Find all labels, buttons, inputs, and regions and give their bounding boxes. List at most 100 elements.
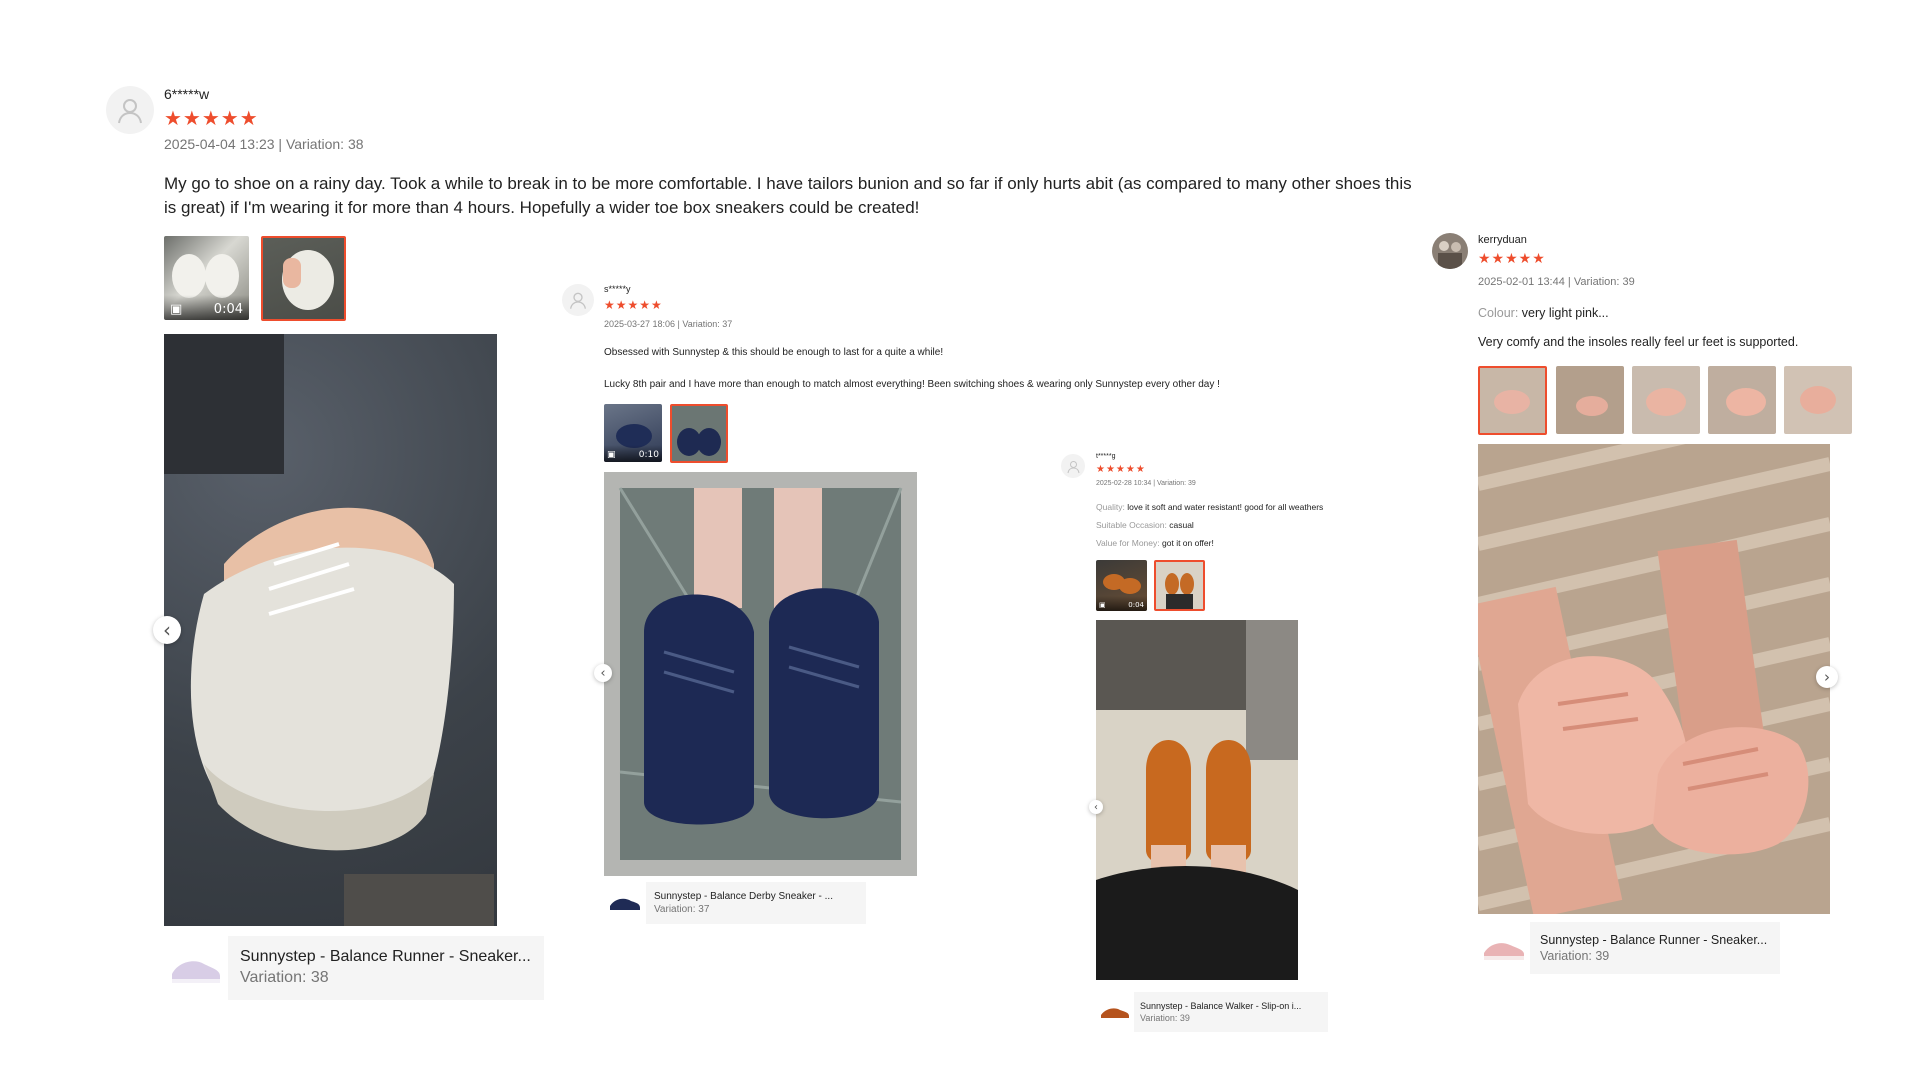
- video-duration: 0:10: [638, 450, 659, 460]
- product-link-card[interactable]: Sunnystep - Balance Runner - Sneaker... …: [1478, 922, 1780, 974]
- rating-stars: ★★★★★: [1096, 464, 1146, 475]
- product-link-card[interactable]: Sunnystep - Balance Derby Sneaker - ... …: [604, 882, 866, 924]
- product-name[interactable]: Sunnystep - Balance Runner - Sneaker...: [240, 947, 531, 967]
- product-thumbnail: [604, 882, 646, 924]
- white-sneaker-photo: [164, 334, 494, 926]
- review-card-2: s*****y ★★★★★ 2025-03-27 18:06 | Variati…: [548, 270, 1220, 930]
- tan-slipons-thumbnail-image: [1165, 573, 1194, 609]
- product-variation: Variation: 39: [1540, 948, 1610, 963]
- review-colour-row: Colour: very light pink...: [1478, 306, 1609, 320]
- occasion-value: casual: [1169, 520, 1194, 530]
- product-variation: Variation: 39: [1140, 1013, 1190, 1023]
- product-pink-sneaker-icon: [1484, 943, 1524, 960]
- value-for-money-value: got it on offer!: [1162, 538, 1214, 548]
- video-duration: 0:04: [213, 302, 243, 317]
- rating-stars: ★★★★★: [164, 108, 259, 130]
- profile-photo-icon: [1438, 241, 1462, 269]
- user-placeholder-icon: [118, 99, 142, 124]
- pink-sneakers-thumbnail-image: [1576, 396, 1608, 416]
- navy-shoes-thumbnail-image: [677, 428, 721, 456]
- value-for-money-label: Value for Money:: [1096, 538, 1160, 548]
- review-main-photo[interactable]: [604, 472, 917, 876]
- review-photo-thumbnail-3[interactable]: [1632, 366, 1700, 434]
- product-sneaker-icon: [172, 961, 220, 983]
- review-main-photo[interactable]: [1096, 620, 1298, 980]
- product-name[interactable]: Sunnystep - Balance Derby Sneaker - ...: [654, 890, 833, 903]
- previous-photo-button[interactable]: ‹: [1089, 800, 1103, 814]
- chevron-left-icon: ‹: [1094, 801, 1098, 813]
- next-photo-button[interactable]: ›: [1816, 666, 1838, 688]
- shoe-thumbnail-image: [282, 250, 334, 310]
- reviewer-name: 6*****w: [164, 86, 210, 102]
- review-photo-thumbnail-2[interactable]: [1556, 366, 1624, 434]
- colour-label: Colour:: [1478, 306, 1519, 320]
- rating-stars: ★★★★★: [1478, 250, 1546, 266]
- product-link-card[interactable]: Sunnystep - Balance Runner - Sneaker... …: [164, 936, 544, 1000]
- user-placeholder-icon: [570, 292, 586, 309]
- review-meta: 2025-03-27 18:06 | Variation: 37: [604, 319, 733, 329]
- quality-value: love it soft and water resistant! good f…: [1127, 502, 1324, 512]
- product-derby-icon: [610, 898, 640, 910]
- chevron-right-icon: ›: [1824, 668, 1830, 686]
- reviewer-avatar[interactable]: [106, 86, 154, 134]
- reviewer-name: t*****g: [1096, 453, 1116, 460]
- reviewer-avatar[interactable]: [1432, 233, 1468, 269]
- pink-sneakers-thumbnail-image: [1800, 386, 1836, 414]
- video-camera-icon: ▣: [170, 302, 183, 317]
- product-name[interactable]: Sunnystep - Balance Runner - Sneaker...: [1540, 932, 1767, 948]
- colour-value: very light pink...: [1521, 306, 1609, 320]
- review-photo-thumbnail[interactable]: [261, 236, 346, 321]
- video-camera-icon: ▣: [607, 450, 616, 460]
- product-variation: Variation: 38: [240, 969, 329, 986]
- review-video-thumbnail[interactable]: ▣ 0:04: [1096, 560, 1147, 611]
- review-main-photo[interactable]: [164, 334, 497, 926]
- review-quality-row: Quality: love it soft and water resistan…: [1096, 502, 1323, 512]
- product-thumbnail: [1478, 922, 1530, 974]
- review-text: My go to shoe on a rainy day. Took a whi…: [164, 174, 1412, 217]
- reviewer-name: s*****y: [604, 284, 631, 294]
- review-meta: 2025-02-28 10:34 | Variation: 39: [1096, 480, 1196, 487]
- product-slip-on-icon: [1101, 1008, 1129, 1018]
- review-meta: 2025-04-04 13:23 | Variation: 38: [164, 136, 364, 152]
- rating-stars: ★★★★★: [604, 298, 663, 312]
- chevron-left-icon: ‹: [600, 665, 606, 681]
- tan-slip-on-shoes-photo: [1096, 620, 1298, 980]
- video-duration: 0:04: [1128, 601, 1144, 609]
- review-value-row: Value for Money: got it on offer!: [1096, 538, 1214, 548]
- video-camera-icon: ▣: [1099, 601, 1106, 609]
- review-video-thumbnail[interactable]: ▣ 0:04: [164, 236, 249, 320]
- review-card-3: t*****g ★★★★★ 2025-02-28 10:34 | Variati…: [1058, 446, 1408, 1036]
- previous-photo-button[interactable]: ‹: [153, 616, 181, 644]
- pink-sneakers-thumbnail-image: [1726, 388, 1766, 416]
- review-photo-thumbnail[interactable]: [1154, 560, 1205, 611]
- user-placeholder-icon: [1067, 460, 1079, 473]
- reviewer-avatar[interactable]: [562, 284, 594, 316]
- review-photo-thumbnail-5[interactable]: [1784, 366, 1852, 434]
- navy-derby-shoes-photo: [618, 487, 903, 860]
- pink-sneakers-photo: [1478, 444, 1830, 914]
- pink-sneakers-thumbnail-image: [1494, 390, 1530, 414]
- product-thumbnail: [1096, 992, 1134, 1032]
- review-text: Very comfy and the insoles really feel u…: [1478, 335, 1799, 349]
- previous-photo-button[interactable]: ‹: [594, 664, 612, 682]
- occasion-label: Suitable Occasion:: [1096, 520, 1167, 530]
- review-photo-thumbnail[interactable]: [670, 404, 728, 463]
- review-occasion-row: Suitable Occasion: casual: [1096, 520, 1194, 530]
- review-video-thumbnail[interactable]: ▣ 0:10: [604, 404, 662, 462]
- review-photo-thumbnail-1[interactable]: [1478, 366, 1547, 435]
- review-meta: 2025-02-01 13:44 | Variation: 39: [1478, 276, 1635, 288]
- review-text-line-2: Lucky 8th pair and I have more than enou…: [604, 379, 1220, 390]
- product-variation: Variation: 37: [654, 903, 710, 915]
- product-link-card[interactable]: Sunnystep - Balance Walker - Slip-on i..…: [1096, 992, 1328, 1032]
- product-name[interactable]: Sunnystep - Balance Walker - Slip-on i..…: [1140, 1000, 1301, 1012]
- quality-label: Quality:: [1096, 502, 1125, 512]
- product-thumbnail: [164, 936, 228, 1000]
- reviewer-name: kerryduan: [1478, 234, 1527, 246]
- review-text-line-1: Obsessed with Sunnystep & this should be…: [604, 347, 944, 358]
- reviewer-avatar[interactable]: [1061, 454, 1085, 478]
- review-card-4: kerryduan ★★★★★ 2025-02-01 13:44 | Varia…: [1420, 230, 1880, 990]
- chevron-left-icon: ‹: [163, 618, 171, 642]
- review-photo-thumbnail-4[interactable]: [1708, 366, 1776, 434]
- pink-sneakers-thumbnail-image: [1646, 388, 1686, 416]
- review-main-photo[interactable]: [1478, 444, 1830, 914]
